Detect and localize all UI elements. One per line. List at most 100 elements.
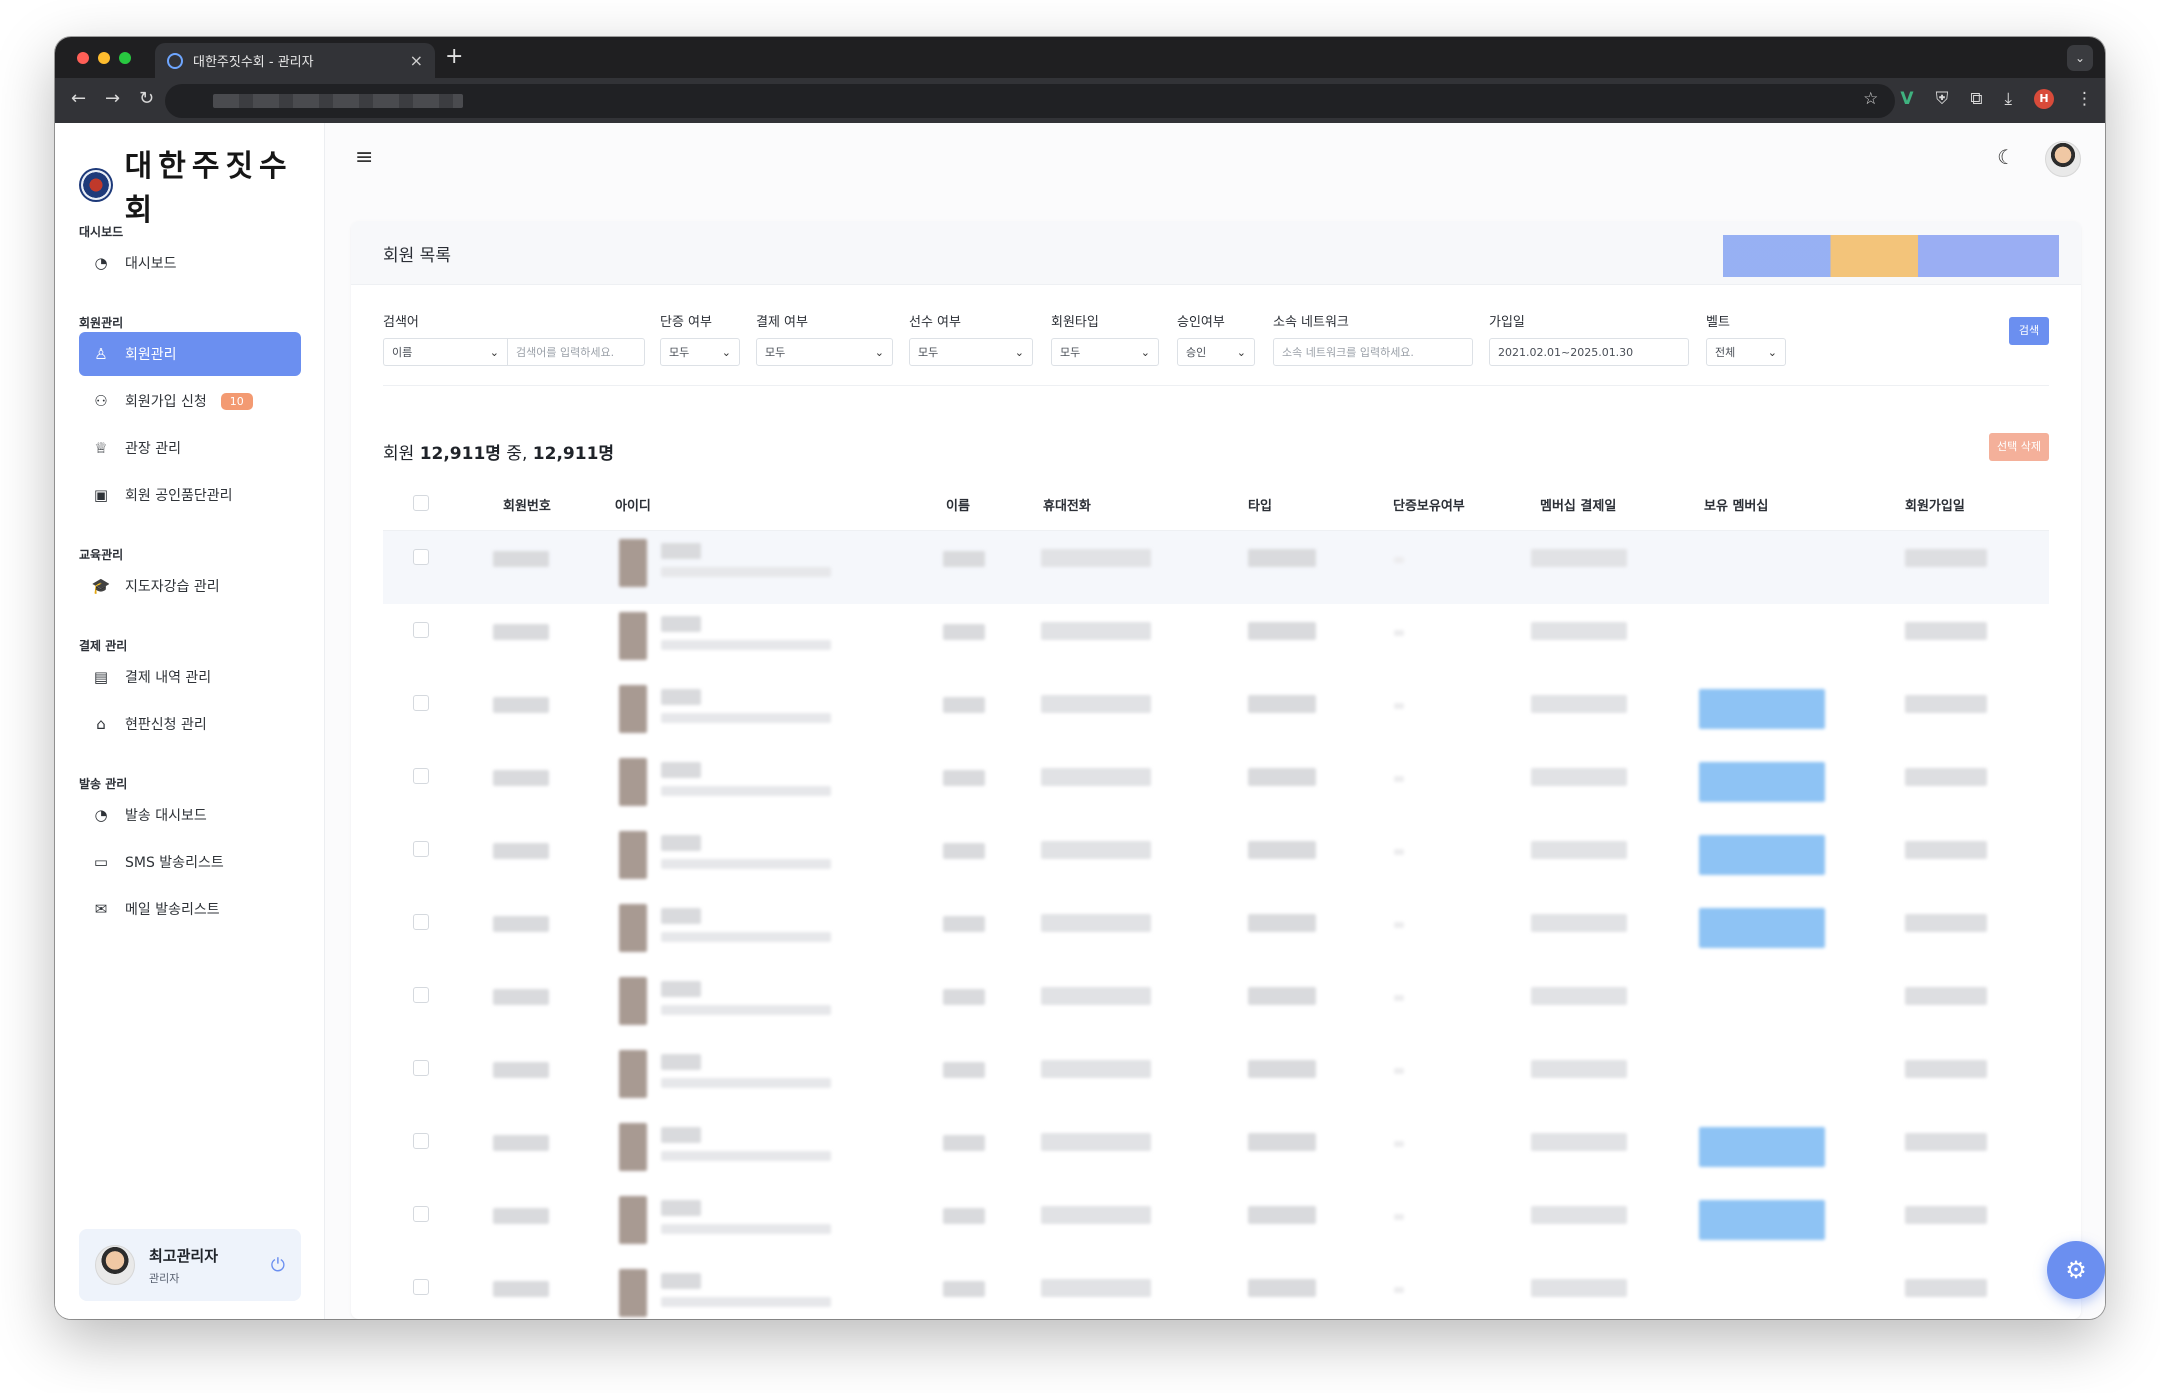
- forward-icon[interactable]: →: [105, 88, 120, 109]
- table-row[interactable]: [383, 750, 2049, 823]
- belt-select[interactable]: 전체 ⌄: [1706, 338, 1786, 366]
- row-checkbox[interactable]: [413, 622, 429, 638]
- maximize-window-button[interactable]: [119, 52, 131, 64]
- type-select[interactable]: 모두 ⌄: [1051, 338, 1159, 366]
- avatar: [95, 1245, 135, 1285]
- column-header[interactable]: 회원가입일: [1905, 495, 1965, 514]
- delete-selected-button[interactable]: 선택 삭제: [1989, 433, 2049, 461]
- sidebar-item[interactable]: ◔ 발송 대시보드: [79, 793, 301, 837]
- tab-search-button[interactable]: ⌄: [2067, 45, 2093, 71]
- dan-select[interactable]: 모두 ⌄: [660, 338, 740, 366]
- sidebar-item[interactable]: ♕ 관장 관리: [79, 426, 301, 470]
- menu-toggle-icon[interactable]: ≡: [355, 145, 373, 170]
- column-header[interactable]: 아이디: [615, 495, 651, 514]
- sidebar-item[interactable]: ✉ 메일 발송리스트: [79, 887, 301, 931]
- table-row[interactable]: [383, 1188, 2049, 1261]
- dan-cell: [1394, 849, 1404, 855]
- sidebar-item[interactable]: ▭ SMS 발송리스트: [79, 840, 301, 884]
- dan-cell: [1394, 1287, 1404, 1293]
- joined-date-range[interactable]: 2021.02.01~2025.01.30: [1489, 338, 1689, 366]
- column-header[interactable]: 멤버십 결제일: [1540, 495, 1616, 514]
- table-row[interactable]: [383, 823, 2049, 896]
- download-icon[interactable]: ⤓: [2004, 89, 2012, 109]
- pay-select[interactable]: 모두 ⌄: [756, 338, 893, 366]
- sidebar-item[interactable]: ◔ 대시보드: [79, 241, 301, 285]
- table-row[interactable]: [383, 531, 2049, 604]
- vue-devtools-extension-icon[interactable]: V: [1900, 89, 1913, 109]
- sidebar-item[interactable]: 🎓 지도자강습 관리: [79, 564, 301, 608]
- row-checkbox[interactable]: [413, 695, 429, 711]
- browser-tab[interactable]: 대한주짓수회 - 관리자 ×: [155, 43, 435, 78]
- column-header[interactable]: 보유 멤버십: [1704, 495, 1768, 514]
- table-row[interactable]: [383, 1115, 2049, 1188]
- table-row[interactable]: [383, 969, 2049, 1042]
- row-checkbox[interactable]: [413, 1133, 429, 1149]
- dark-mode-moon-icon[interactable]: ☾: [1997, 145, 2015, 169]
- user-id-cell: [661, 908, 701, 924]
- table-row[interactable]: [383, 1042, 2049, 1115]
- user-id-cell: [661, 1273, 701, 1289]
- row-checkbox[interactable]: [413, 914, 429, 930]
- column-header[interactable]: 타입: [1248, 495, 1272, 514]
- extensions-puzzle-icon[interactable]: ⧉: [1970, 89, 1982, 109]
- profile-thumbnail: [619, 1269, 647, 1317]
- address-bar[interactable]: [165, 84, 1895, 118]
- table-row[interactable]: [383, 896, 2049, 969]
- bookmark-star-icon[interactable]: ☆: [1863, 89, 1878, 109]
- column-header[interactable]: 이름: [946, 495, 970, 514]
- row-checkbox[interactable]: [413, 841, 429, 857]
- sidebar-item[interactable]: ⌂ 현판신청 관리: [79, 702, 301, 746]
- tab-title: 대한주짓수회 - 관리자: [193, 55, 314, 70]
- profile-thumbnail: [619, 758, 647, 806]
- more-menu-icon[interactable]: ⋮: [2076, 89, 2093, 109]
- network-input[interactable]: 소속 네트워크를 입력하세요.: [1273, 338, 1473, 366]
- row-checkbox[interactable]: [413, 768, 429, 784]
- profile-thumbnail: [619, 904, 647, 952]
- phone-cell: [1041, 695, 1151, 713]
- row-checkbox[interactable]: [413, 1279, 429, 1295]
- close-window-button[interactable]: [77, 52, 89, 64]
- sidebar-item[interactable]: ♙ 회원관리: [79, 332, 301, 376]
- user-id-cell: [661, 543, 701, 559]
- user-id-subtext: [661, 1078, 831, 1088]
- sidebar-item[interactable]: ▤ 결제 내역 관리: [79, 655, 301, 699]
- filter-joined: 가입일 2021.02.01~2025.01.30: [1489, 311, 1689, 366]
- row-checkbox[interactable]: [413, 1206, 429, 1222]
- row-checkbox[interactable]: [413, 987, 429, 1003]
- back-icon[interactable]: ←: [71, 88, 86, 109]
- type-cell: [1248, 1206, 1316, 1224]
- sidebar-item[interactable]: ▣ 회원 공인품단관리: [79, 473, 301, 517]
- settings-gear-button[interactable]: ⚙: [2047, 1241, 2105, 1299]
- payment-date-cell: [1531, 768, 1627, 786]
- certificate-icon: ▣: [93, 486, 109, 504]
- column-header[interactable]: 휴대전화: [1043, 495, 1091, 514]
- logout-power-icon[interactable]: ⏻: [271, 1255, 285, 1276]
- dan-cell: [1394, 995, 1404, 1001]
- search-type-select[interactable]: 이름 ⌄: [383, 338, 507, 366]
- reload-icon[interactable]: ↻: [139, 88, 154, 109]
- sidebar-item[interactable]: ⚇ 회원가입 신청 10: [79, 379, 301, 423]
- close-tab-icon[interactable]: ×: [410, 51, 423, 70]
- profile-h-icon[interactable]: H: [2034, 89, 2054, 109]
- column-header[interactable]: 회원번호: [503, 495, 551, 514]
- new-tab-button[interactable]: +: [445, 44, 463, 69]
- joined-date-cell: [1905, 695, 1987, 713]
- shield-extension-icon[interactable]: ⛨: [1936, 89, 1949, 109]
- search-button[interactable]: 검색: [2009, 317, 2049, 345]
- top-avatar[interactable]: [2045, 141, 2081, 177]
- column-header[interactable]: 단증보유여부: [1393, 495, 1465, 514]
- belt-value: 전체: [1715, 346, 1736, 359]
- table-row[interactable]: [383, 677, 2049, 750]
- select-all-checkbox[interactable]: [413, 495, 429, 511]
- row-checkbox[interactable]: [413, 1060, 429, 1076]
- table-row[interactable]: [383, 604, 2049, 677]
- table-row[interactable]: [383, 1261, 2049, 1319]
- member-number-cell: [493, 989, 549, 1005]
- row-checkbox[interactable]: [413, 549, 429, 565]
- player-select[interactable]: 모두 ⌄: [909, 338, 1033, 366]
- brand[interactable]: 대한주짓수회: [79, 141, 324, 229]
- approve-select[interactable]: 승인 ⌄: [1177, 338, 1255, 366]
- minimize-window-button[interactable]: [98, 52, 110, 64]
- joined-date-cell: [1905, 622, 1987, 640]
- search-input[interactable]: 검색어를 입력하세요.: [507, 338, 645, 366]
